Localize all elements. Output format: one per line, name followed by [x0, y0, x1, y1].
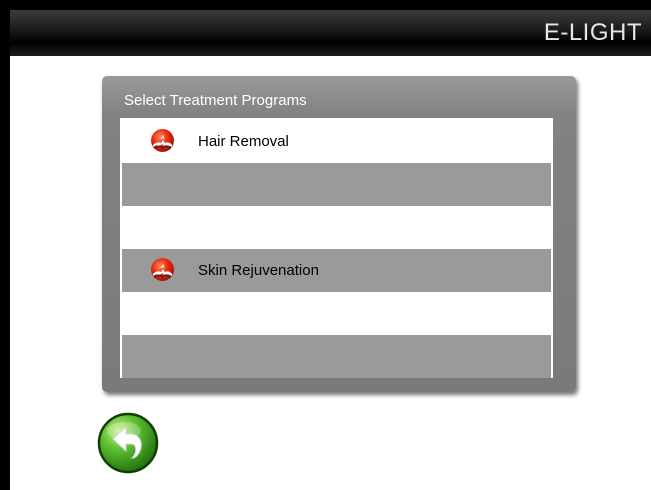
panel-title: Select Treatment Programs: [124, 92, 307, 109]
brand-title: E-LIGHT: [543, 19, 642, 46]
back-button[interactable]: [96, 411, 160, 475]
program-row-empty[interactable]: [122, 292, 551, 335]
program-row-empty[interactable]: [122, 206, 551, 249]
program-row-skin-rejuvenation[interactable]: Skin Rejuvenation: [122, 249, 551, 292]
program-label-skin-rejuvenation: Skin Rejuvenation: [198, 262, 319, 279]
program-row-empty[interactable]: [122, 335, 551, 378]
header-bar: E-LIGHT: [10, 10, 651, 56]
app-screen: E-LIGHT Select Treatment Programs Hair R…: [10, 10, 651, 490]
program-row-empty[interactable]: [122, 163, 551, 206]
program-row-hair-removal[interactable]: Hair Removal: [122, 120, 551, 163]
program-sun-icon: [150, 128, 175, 153]
program-sun-icon: [150, 257, 175, 282]
treatment-programs-panel: Select Treatment Programs Hair Removal S…: [102, 76, 576, 392]
program-list: Hair Removal Skin Rejuvenation: [120, 118, 553, 378]
program-label-hair-removal: Hair Removal: [198, 133, 289, 150]
back-arrow-icon: [97, 412, 159, 474]
